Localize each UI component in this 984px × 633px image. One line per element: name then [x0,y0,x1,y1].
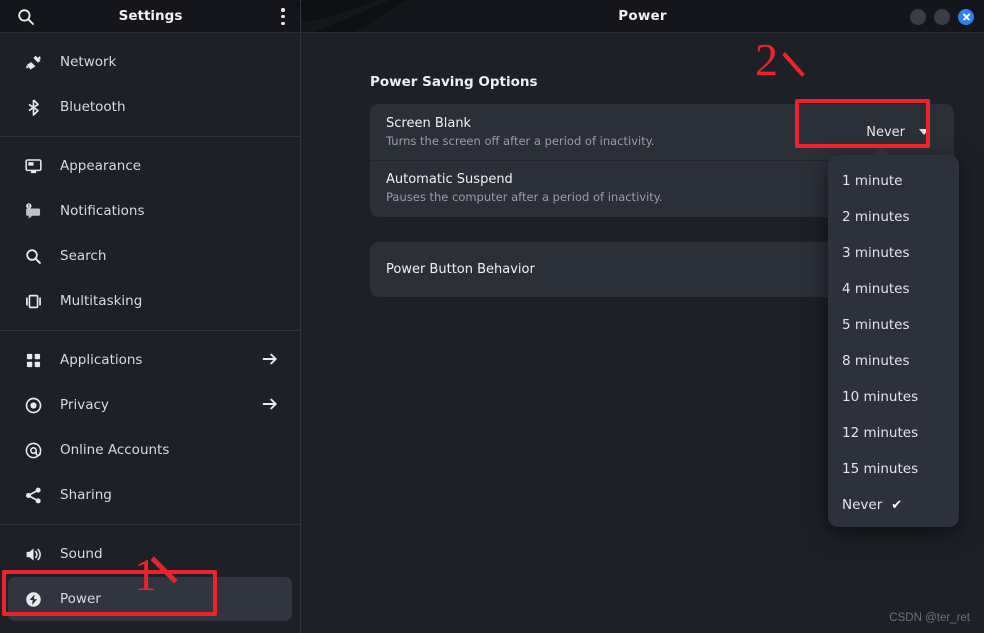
sidebar-item-applications[interactable]: Applications [8,338,292,382]
chevron-right-icon [262,351,278,367]
row-texts: Automatic Suspend Pauses the computer af… [386,172,663,205]
chevron-down-icon [919,129,929,135]
sound-icon [22,543,44,565]
window-controls [910,9,974,25]
menu-item-label: 8 minutes [842,353,910,369]
sidebar-item-label: Multitasking [60,293,143,309]
privacy-icon [22,394,44,416]
maximize-button[interactable] [934,9,950,25]
sidebar-item-power[interactable]: Power [8,577,292,621]
sidebar-group-hardware: Sound Power Displays [0,525,300,633]
menu-item-label: 1 minute [842,173,903,189]
title-bar-left: Settings [0,0,301,32]
screen-blank-value: Never [866,124,905,140]
search-icon [22,245,44,267]
sidebar-item-network[interactable]: Network [8,40,292,84]
sidebar-item-label: Bluetooth [60,99,126,115]
row-title: Screen Blank [386,115,472,131]
notifications-icon [22,200,44,222]
menu-item[interactable]: 12 minutes [828,415,959,451]
sharing-icon [22,484,44,506]
menu-item[interactable]: 10 minutes [828,379,959,415]
menu-item[interactable]: 15 minutes [828,451,959,487]
row-subtitle: Turns the screen off after a period of i… [386,133,655,148]
network-icon [22,51,44,73]
main-content: Power Saving Options Screen Blank Turns … [301,33,984,633]
kebab-menu-icon[interactable] [281,8,285,26]
sidebar-item-online-accounts[interactable]: Online Accounts [8,428,292,472]
sidebar-item-label: Power [60,591,101,607]
multitasking-icon [22,290,44,312]
chevron-right-icon [262,396,278,412]
watermark: CSDN @ter_ret [889,612,970,624]
sidebar-group-system: Appearance Notifications Search Multitas… [0,137,300,330]
screen-blank-dropdown-menu[interactable]: 1 minute 2 minutes 3 minutes 4 minutes 5… [828,147,959,527]
menu-item[interactable]: 1 minute [828,163,959,199]
applications-icon [22,349,44,371]
power-icon [22,588,44,610]
sidebar-item-bluetooth[interactable]: Bluetooth [8,85,292,129]
menu-item-label: 3 minutes [842,245,910,261]
menu-item[interactable]: 2 minutes [828,199,959,235]
row-title: Power Button Behavior [386,262,535,277]
sidebar-item-label: Appearance [60,158,142,174]
menu-item[interactable]: 4 minutes [828,271,959,307]
section-title: Power Saving Options [370,74,538,90]
sidebar-item-label: Sound [60,546,103,562]
sidebar-item-sound[interactable]: Sound [8,532,292,576]
sidebar-item-label: Notifications [60,203,145,219]
checkmark-icon: ✔ [891,497,903,513]
menu-item[interactable]: 3 minutes [828,235,959,271]
menu-item-label: Never [842,497,883,513]
sidebar-group-apps: Applications Privacy Online Accounts Sha… [0,331,300,524]
menu-item-selected[interactable]: Never ✔ [828,487,959,523]
sidebar-item-label: Online Accounts [60,442,170,458]
sidebar-item-privacy[interactable]: Privacy [8,383,292,427]
sidebar-item-appearance[interactable]: Appearance [8,144,292,188]
title-bar: Settings Power [0,0,984,33]
sidebar-item-search[interactable]: Search [8,234,292,278]
online-accounts-icon [22,439,44,461]
close-button[interactable] [958,9,974,25]
menu-item[interactable]: 5 minutes [828,307,959,343]
row-texts: Power Button Behavior [386,262,535,278]
sidebar: Network Bluetooth Appearance Notificatio… [0,33,301,633]
sidebar-item-label: Privacy [60,397,109,413]
sidebar-group-connectivity: Network Bluetooth [0,33,300,136]
page-title: Power [618,8,667,24]
sidebar-item-multitasking[interactable]: Multitasking [8,279,292,323]
menu-item-label: 2 minutes [842,209,910,225]
row-screen-blank[interactable]: Screen Blank Turns the screen off after … [370,104,954,160]
menu-item-label: 5 minutes [842,317,910,333]
menu-item[interactable]: 8 minutes [828,343,959,379]
sidebar-item-sharing[interactable]: Sharing [8,473,292,517]
bluetooth-icon [22,96,44,118]
sidebar-item-label: Sharing [60,487,112,503]
menu-item-label: 10 minutes [842,389,919,405]
row-subtitle: Pauses the computer after a period of in… [386,190,663,204]
minimize-button[interactable] [910,9,926,25]
menu-item-label: 4 minutes [842,281,910,297]
settings-window: Settings Power Network Bluetooth Appeara… [0,0,984,633]
sidebar-item-notifications[interactable]: Notifications [8,189,292,233]
screen-blank-dropdown-button[interactable]: Never [857,120,938,145]
appearance-icon [22,155,44,177]
sidebar-item-label: Search [60,248,107,264]
menu-item-label: 15 minutes [842,461,919,477]
settings-title: Settings [118,8,183,24]
sidebar-item-label: Applications [60,352,143,368]
menu-item-label: 12 minutes [842,425,919,441]
row-value-area: Never [857,104,938,160]
sidebar-item-displays[interactable]: Displays [8,622,292,633]
row-texts: Screen Blank Turns the screen off after … [386,116,655,149]
sidebar-item-label: Network [60,54,117,70]
row-title: Automatic Suspend [386,172,513,187]
